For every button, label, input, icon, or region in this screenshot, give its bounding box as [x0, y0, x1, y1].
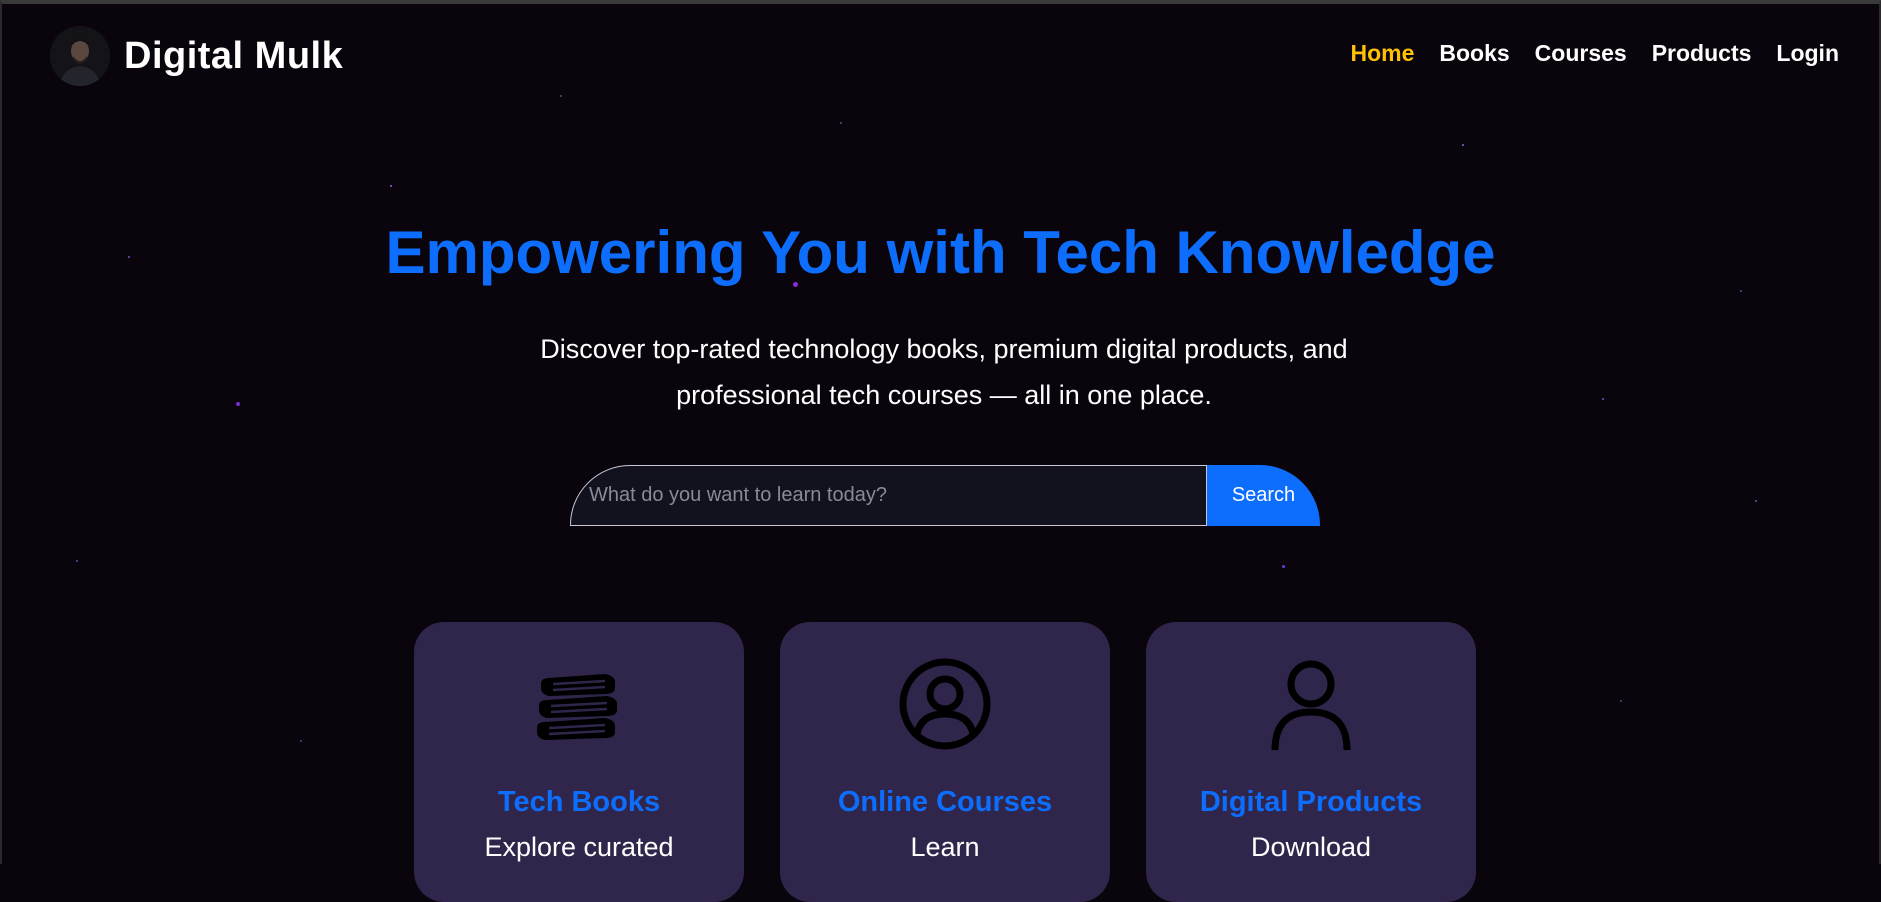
- card-description: Download: [1250, 832, 1372, 862]
- card-title: Tech Books: [497, 786, 661, 818]
- hero-title: Empowering You with Tech Knowledge: [385, 219, 1496, 286]
- nav-item-courses[interactable]: Courses: [1535, 40, 1627, 67]
- card-digital-products[interactable]: Digital Products Download: [1146, 622, 1476, 902]
- site-header: Digital Mulk Home Books Courses Products…: [0, 0, 1881, 112]
- card-tech-books[interactable]: Tech Books Explore curated: [414, 622, 744, 902]
- feature-cards: Tech Books Explore curated Online Course…: [414, 622, 1476, 902]
- brand[interactable]: Digital Mulk: [50, 26, 343, 86]
- avatar: [50, 26, 110, 86]
- card-description: Learn: [910, 832, 980, 862]
- card-title: Digital Products: [1199, 786, 1423, 818]
- main-nav: Home Books Courses Products Login: [1350, 40, 1839, 67]
- card-online-courses[interactable]: Online Courses Learn: [780, 622, 1110, 902]
- nav-item-books[interactable]: Books: [1439, 40, 1509, 67]
- search-input[interactable]: [570, 465, 1207, 526]
- brand-name: Digital Mulk: [124, 34, 344, 77]
- user-circle-icon: [899, 658, 991, 750]
- search-button[interactable]: Search: [1207, 465, 1320, 526]
- nav-item-home[interactable]: Home: [1350, 40, 1414, 67]
- card-title: Online Courses: [837, 786, 1053, 818]
- books-icon: [537, 674, 617, 740]
- search-form: Search: [570, 465, 1320, 526]
- person-icon: [1271, 660, 1351, 751]
- nav-item-login[interactable]: Login: [1776, 40, 1839, 67]
- card-description: Explore curated: [484, 832, 674, 862]
- profile-photo-icon: [50, 26, 110, 86]
- hero-subtitle: Discover top-rated technology books, pre…: [540, 334, 1348, 410]
- nav-item-products[interactable]: Products: [1652, 40, 1752, 67]
